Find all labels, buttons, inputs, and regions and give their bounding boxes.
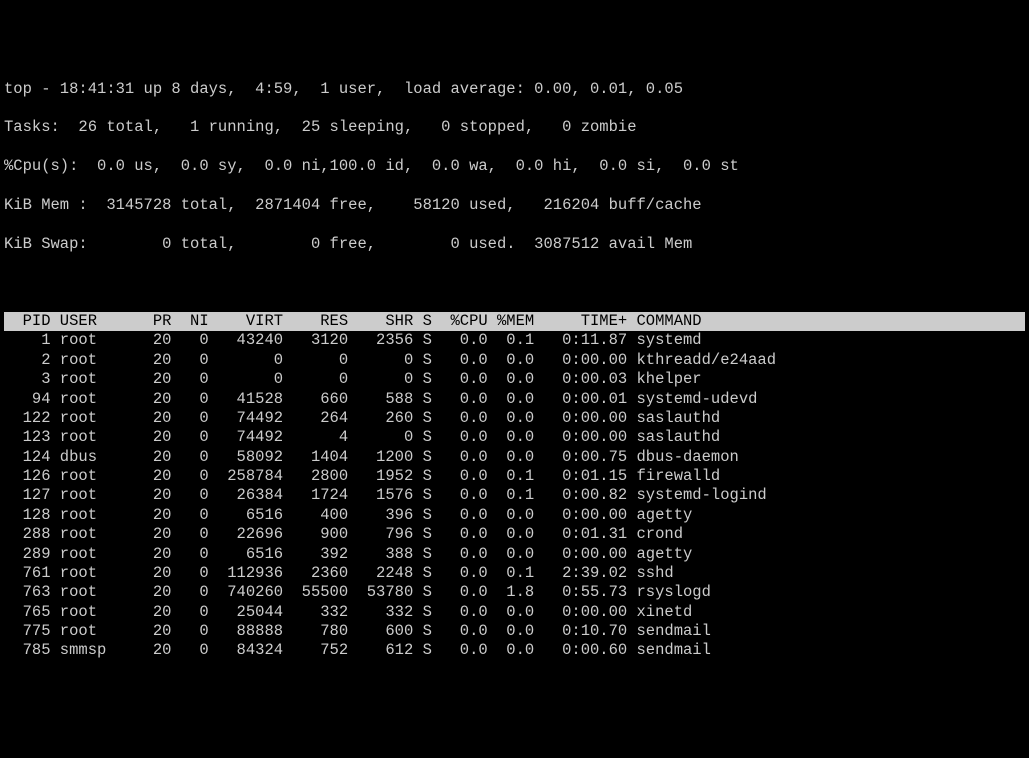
- summary-mem: KiB Mem : 3145728 total, 2871404 free, 5…: [4, 196, 1025, 215]
- process-row[interactable]: 765 root 20 0 25044 332 332 S 0.0 0.0 0:…: [4, 603, 1025, 622]
- process-row[interactable]: 122 root 20 0 74492 264 260 S 0.0 0.0 0:…: [4, 409, 1025, 428]
- process-row[interactable]: 775 root 20 0 88888 780 600 S 0.0 0.0 0:…: [4, 622, 1025, 641]
- process-row[interactable]: 1 root 20 0 43240 3120 2356 S 0.0 0.1 0:…: [4, 331, 1025, 350]
- summary-uptime: top - 18:41:31 up 8 days, 4:59, 1 user, …: [4, 80, 1025, 99]
- summary-swap: KiB Swap: 0 total, 0 free, 0 used. 30875…: [4, 235, 1025, 254]
- process-row[interactable]: 3 root 20 0 0 0 0 S 0.0 0.0 0:00.03 khel…: [4, 370, 1025, 389]
- process-row[interactable]: 124 dbus 20 0 58092 1404 1200 S 0.0 0.0 …: [4, 448, 1025, 467]
- process-row[interactable]: 126 root 20 0 258784 2800 1952 S 0.0 0.1…: [4, 467, 1025, 486]
- process-row[interactable]: 761 root 20 0 112936 2360 2248 S 0.0 0.1…: [4, 564, 1025, 583]
- process-row[interactable]: 289 root 20 0 6516 392 388 S 0.0 0.0 0:0…: [4, 545, 1025, 564]
- column-header[interactable]: PID USER PR NI VIRT RES SHR S %CPU %MEM …: [4, 312, 1025, 331]
- blank-line: [4, 273, 1025, 292]
- process-row[interactable]: 123 root 20 0 74492 4 0 S 0.0 0.0 0:00.0…: [4, 428, 1025, 447]
- process-row[interactable]: 127 root 20 0 26384 1724 1576 S 0.0 0.1 …: [4, 486, 1025, 505]
- summary-tasks: Tasks: 26 total, 1 running, 25 sleeping,…: [4, 118, 1025, 137]
- summary-cpu: %Cpu(s): 0.0 us, 0.0 sy, 0.0 ni,100.0 id…: [4, 157, 1025, 176]
- process-row[interactable]: 128 root 20 0 6516 400 396 S 0.0 0.0 0:0…: [4, 506, 1025, 525]
- process-row[interactable]: 785 smmsp 20 0 84324 752 612 S 0.0 0.0 0…: [4, 641, 1025, 660]
- process-row[interactable]: 94 root 20 0 41528 660 588 S 0.0 0.0 0:0…: [4, 390, 1025, 409]
- process-row[interactable]: 288 root 20 0 22696 900 796 S 0.0 0.0 0:…: [4, 525, 1025, 544]
- process-list: 1 root 20 0 43240 3120 2356 S 0.0 0.1 0:…: [4, 331, 1025, 660]
- process-row[interactable]: 2 root 20 0 0 0 0 S 0.0 0.0 0:00.00 kthr…: [4, 351, 1025, 370]
- process-row[interactable]: 763 root 20 0 740260 55500 53780 S 0.0 1…: [4, 583, 1025, 602]
